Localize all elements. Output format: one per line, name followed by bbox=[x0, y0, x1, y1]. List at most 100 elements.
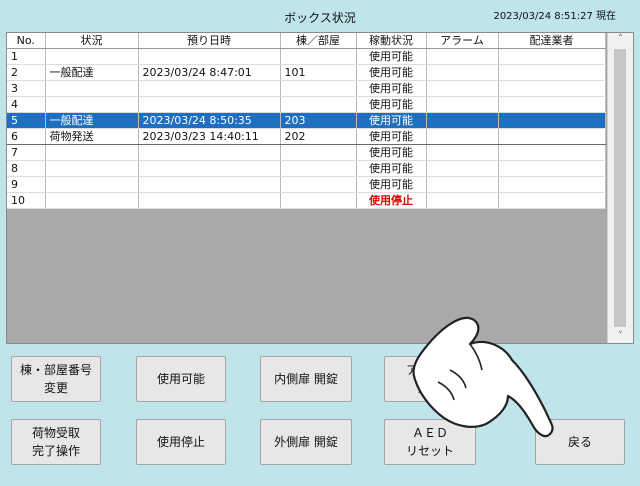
cell-alarm bbox=[426, 96, 499, 113]
enable-button[interactable]: 使用可能 bbox=[136, 356, 226, 402]
cell-alarm bbox=[426, 128, 499, 145]
cell-status bbox=[45, 48, 139, 65]
cell-alarm bbox=[426, 192, 499, 209]
col-no: No. bbox=[7, 33, 46, 49]
table-row[interactable]: 10 使用停止 bbox=[7, 192, 606, 209]
box-status-panel: No. 状況 預り日時 棟／部屋 稼動状況 アラーム 配達業者 1 使用可能 2 一般… bbox=[6, 32, 634, 344]
cell-datetime bbox=[138, 160, 281, 177]
cell-no: 6 bbox=[7, 128, 46, 145]
col-status: 状況 bbox=[45, 33, 139, 49]
cell-alarm bbox=[426, 112, 499, 129]
cell-operation: 使用可能 bbox=[356, 64, 427, 81]
cell-no: 7 bbox=[7, 144, 46, 161]
cell-courier bbox=[498, 96, 606, 113]
cell-room bbox=[280, 176, 357, 193]
cell-alarm bbox=[426, 144, 499, 161]
cell-operation: 使用可能 bbox=[356, 48, 427, 65]
cell-room bbox=[280, 96, 357, 113]
cell-datetime bbox=[138, 48, 281, 65]
cell-operation: 使用可能 bbox=[356, 80, 427, 97]
table-row[interactable]: 6 荷物発送 2023/03/23 14:40:11 202 使用可能 bbox=[7, 128, 606, 145]
box-status-table: No. 状況 預り日時 棟／部屋 稼動状況 アラーム 配達業者 1 使用可能 2 一般… bbox=[7, 33, 606, 209]
cell-alarm bbox=[426, 80, 499, 97]
cell-courier bbox=[498, 64, 606, 81]
col-datetime: 預り日時 bbox=[138, 33, 281, 49]
cell-datetime bbox=[138, 144, 281, 161]
table-row[interactable]: 1 使用可能 bbox=[7, 48, 606, 65]
cell-operation: 使用可能 bbox=[356, 96, 427, 113]
cell-no: 9 bbox=[7, 176, 46, 193]
cell-operation: 使用可能 bbox=[356, 144, 427, 161]
col-room: 棟／部屋 bbox=[280, 33, 357, 49]
cell-datetime: 2023/03/24 8:50:35 bbox=[138, 112, 281, 129]
current-datetime: 2023/03/24 8:51:27 現在 bbox=[493, 11, 616, 22]
cell-alarm bbox=[426, 48, 499, 65]
cell-datetime bbox=[138, 96, 281, 113]
cell-status bbox=[45, 192, 139, 209]
cell-status bbox=[45, 160, 139, 177]
cell-status bbox=[45, 80, 139, 97]
scroll-down-icon[interactable]: ˅ bbox=[608, 331, 633, 341]
cell-datetime bbox=[138, 176, 281, 193]
disable-button[interactable]: 使用停止 bbox=[136, 419, 226, 465]
cell-no: 1 bbox=[7, 48, 46, 65]
alarm-release-button[interactable]: アラーム 解除 bbox=[384, 356, 476, 402]
cell-no: 10 bbox=[7, 192, 46, 209]
cell-operation: 使用可能 bbox=[356, 160, 427, 177]
cell-courier bbox=[498, 144, 606, 161]
vertical-scrollbar[interactable]: ˄ ˅ bbox=[607, 33, 633, 343]
cell-status: 一般配達 bbox=[45, 64, 139, 81]
cell-status: 荷物発送 bbox=[45, 128, 139, 145]
cell-operation: 使用可能 bbox=[356, 176, 427, 193]
back-button[interactable]: 戻る bbox=[535, 419, 625, 465]
cell-courier bbox=[498, 176, 606, 193]
cell-status: 一般配達 bbox=[45, 112, 139, 129]
cell-alarm bbox=[426, 160, 499, 177]
cell-status bbox=[45, 144, 139, 161]
col-alarm: アラーム bbox=[426, 33, 499, 49]
cell-room bbox=[280, 144, 357, 161]
cell-room: 202 bbox=[280, 128, 357, 145]
scroll-thumb[interactable] bbox=[614, 49, 626, 327]
cell-no: 3 bbox=[7, 80, 46, 97]
outer-door-unlock-button[interactable]: 外側扉 開錠 bbox=[260, 419, 352, 465]
cell-courier bbox=[498, 192, 606, 209]
cell-datetime bbox=[138, 192, 281, 209]
cell-datetime: 2023/03/23 14:40:11 bbox=[138, 128, 281, 145]
table-row[interactable]: 9 使用可能 bbox=[7, 176, 606, 193]
cell-no: 8 bbox=[7, 160, 46, 177]
table-header: No. 状況 預り日時 棟／部屋 稼動状況 アラーム 配達業者 bbox=[7, 33, 606, 49]
col-operation: 稼動状況 bbox=[356, 33, 427, 49]
col-courier: 配達業者 bbox=[498, 33, 606, 49]
table-row[interactable]: 4 使用可能 bbox=[7, 96, 606, 113]
cell-datetime bbox=[138, 80, 281, 97]
cell-operation: 使用可能 bbox=[356, 128, 427, 145]
room-change-button[interactable]: 棟・部屋番号 変更 bbox=[11, 356, 101, 402]
inner-door-unlock-button[interactable]: 内側扉 開錠 bbox=[260, 356, 352, 402]
receive-complete-button[interactable]: 荷物受取 完了操作 bbox=[11, 419, 101, 465]
cell-datetime: 2023/03/24 8:47:01 bbox=[138, 64, 281, 81]
cell-room bbox=[280, 192, 357, 209]
cell-alarm bbox=[426, 176, 499, 193]
cell-courier bbox=[498, 112, 606, 129]
cell-room bbox=[280, 48, 357, 65]
cell-courier bbox=[498, 48, 606, 65]
table-row[interactable]: 3 使用可能 bbox=[7, 80, 606, 97]
cell-room bbox=[280, 80, 357, 97]
table-row[interactable]: 2 一般配達 2023/03/24 8:47:01 101 使用可能 bbox=[7, 64, 606, 81]
cell-no: 4 bbox=[7, 96, 46, 113]
cell-status bbox=[45, 176, 139, 193]
cell-operation: 使用停止 bbox=[356, 192, 427, 209]
table-row[interactable]: 8 使用可能 bbox=[7, 160, 606, 177]
cell-courier bbox=[498, 128, 606, 145]
table-row[interactable]: 5 一般配達 2023/03/24 8:50:35 203 使用可能 bbox=[7, 112, 606, 129]
scroll-up-icon[interactable]: ˄ bbox=[608, 34, 633, 44]
cell-courier bbox=[498, 160, 606, 177]
aed-reset-button[interactable]: ＡＥＤ リセット bbox=[384, 419, 476, 465]
cell-status bbox=[45, 96, 139, 113]
cell-operation: 使用可能 bbox=[356, 112, 427, 129]
cell-room bbox=[280, 160, 357, 177]
cell-courier bbox=[498, 80, 606, 97]
table-row[interactable]: 7 使用可能 bbox=[7, 144, 606, 161]
cell-no: 5 bbox=[7, 112, 46, 129]
